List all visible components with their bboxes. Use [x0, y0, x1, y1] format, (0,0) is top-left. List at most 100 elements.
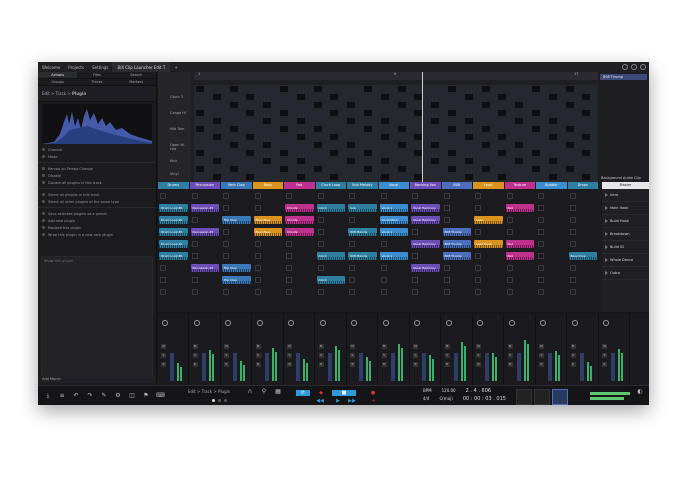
undo-icon[interactable]: ↶	[72, 392, 80, 400]
clip-slot[interactable]: 808 Thump	[442, 252, 471, 260]
mute-button[interactable]: M	[224, 344, 229, 349]
midi-note[interactable]	[481, 102, 490, 108]
empty-clip-slot[interactable]	[412, 229, 418, 235]
empty-clip-slot[interactable]	[317, 241, 324, 247]
record-arm-button[interactable]: R	[507, 362, 513, 367]
midi-note[interactable]	[296, 174, 305, 180]
clip-slot[interactable]: 808 Thump	[442, 228, 471, 236]
midi-note[interactable]	[431, 158, 440, 164]
empty-clip-slot[interactable]	[223, 241, 229, 247]
empty-clip-slot[interactable]	[223, 229, 229, 235]
empty-clip-slot[interactable]	[160, 193, 166, 199]
midi-note[interactable]	[280, 126, 288, 132]
empty-clip-slot[interactable]	[412, 253, 418, 259]
pan-knob[interactable]	[382, 320, 389, 326]
crumb-track[interactable]: Track	[56, 91, 66, 96]
midi-note[interactable]	[364, 86, 372, 92]
scene-row[interactable]: Breakdown	[602, 228, 649, 241]
midi-note[interactable]	[565, 102, 574, 108]
midi-note[interactable]	[481, 166, 490, 172]
scene-row[interactable]: Main Hook	[602, 202, 649, 215]
track-header[interactable]: Drops	[567, 182, 598, 189]
track-header[interactable]: Percussion	[189, 182, 220, 189]
pan-knob[interactable]	[162, 320, 168, 326]
empty-clip-slot[interactable]	[506, 289, 513, 295]
midi-note[interactable]	[280, 110, 288, 116]
volume-fader[interactable]	[579, 353, 584, 381]
volume-fader[interactable]	[611, 353, 615, 381]
midi-note[interactable]	[246, 150, 255, 156]
empty-clip-slot[interactable]	[538, 193, 544, 199]
empty-clip-slot[interactable]	[538, 229, 544, 235]
marker-icon[interactable]: ⚑	[142, 392, 150, 400]
clip-slot[interactable]: Pad	[505, 252, 534, 260]
midi-note[interactable]	[296, 94, 305, 100]
midi-note[interactable]	[212, 134, 221, 140]
empty-clip-slot[interactable]	[443, 217, 450, 223]
empty-clip-slot[interactable]	[569, 205, 576, 211]
menu-projects[interactable]: Projects	[64, 65, 88, 70]
midi-note[interactable]	[313, 126, 322, 132]
pan-knob[interactable]	[319, 320, 326, 326]
midi-note[interactable]	[380, 118, 389, 124]
empty-clip-slot[interactable]	[349, 289, 355, 295]
mute-button[interactable]: M	[507, 344, 513, 349]
midi-note[interactable]	[464, 174, 473, 180]
empty-clip-slot[interactable]	[191, 253, 198, 259]
track-label[interactable]: Mid Tom	[170, 127, 184, 131]
midi-note[interactable]	[229, 126, 238, 132]
midi-note[interactable]	[464, 158, 473, 164]
tab-search[interactable]: Search	[116, 72, 156, 79]
midi-note[interactable]	[464, 94, 473, 100]
empty-clip-slot[interactable]	[569, 289, 576, 295]
play-scene-icon[interactable]	[605, 206, 608, 210]
midi-note[interactable]	[246, 110, 255, 116]
midi-note[interactable]	[498, 150, 507, 156]
record-arm-button[interactable]: R	[287, 362, 292, 367]
midi-note[interactable]	[296, 134, 305, 140]
pan-knob[interactable]	[351, 320, 357, 326]
action-remap[interactable]: Remap on Tempo Change	[38, 165, 156, 172]
pan-knob[interactable]	[508, 320, 515, 326]
midi-note[interactable]	[532, 166, 540, 172]
solo-button[interactable]: S	[444, 353, 450, 358]
empty-clip-slot[interactable]	[443, 265, 450, 271]
midi-note[interactable]	[196, 150, 204, 156]
track-header[interactable]: Bubble	[536, 182, 567, 189]
record-arm-button[interactable]: R	[476, 362, 481, 367]
empty-clip-slot[interactable]	[506, 193, 513, 199]
snap-icon[interactable]: ◫	[128, 392, 136, 400]
empty-clip-slot[interactable]	[506, 265, 513, 271]
mute-button[interactable]: M	[444, 344, 450, 349]
midi-note[interactable]	[397, 86, 406, 92]
pan-knob[interactable]	[540, 320, 546, 326]
play-scene-icon[interactable]	[605, 258, 608, 262]
empty-clip-slot[interactable]	[191, 241, 198, 247]
midi-note[interactable]	[397, 126, 406, 132]
empty-clip-slot[interactable]	[160, 277, 166, 283]
empty-clip-slot[interactable]	[254, 253, 261, 259]
midi-note[interactable]	[448, 110, 456, 116]
clip-slot[interactable]: Percussion 45	[190, 264, 219, 272]
midi-note[interactable]	[582, 150, 591, 156]
empty-clip-slot[interactable]	[475, 277, 481, 283]
tab-actions[interactable]: Actions	[38, 72, 78, 79]
position-readout[interactable]: 2 . 4 . 606	[466, 388, 491, 394]
crumb-edit[interactable]: Edit	[42, 91, 50, 96]
midi-note[interactable]	[548, 118, 557, 124]
empty-clip-slot[interactable]	[412, 277, 418, 283]
menu-welcome[interactable]: Welcome	[38, 65, 64, 70]
midi-note[interactable]	[196, 166, 204, 172]
midi-note[interactable]	[196, 126, 204, 132]
track-label[interactable]: Vinyl	[170, 172, 179, 176]
play-scene-icon[interactable]	[605, 271, 608, 275]
midi-note[interactable]	[532, 110, 540, 116]
midi-note[interactable]	[380, 174, 389, 180]
record-arm-button[interactable]: R	[192, 362, 198, 367]
midi-note[interactable]	[364, 150, 372, 156]
midi-note[interactable]	[548, 134, 557, 140]
link-icon[interactable]: ⚲	[260, 388, 268, 396]
time-readout[interactable]: 00 : 00 : 03 . 015	[463, 396, 506, 402]
empty-clip-slot[interactable]	[506, 277, 513, 283]
track-header[interactable]: Verb Clap	[221, 182, 252, 189]
